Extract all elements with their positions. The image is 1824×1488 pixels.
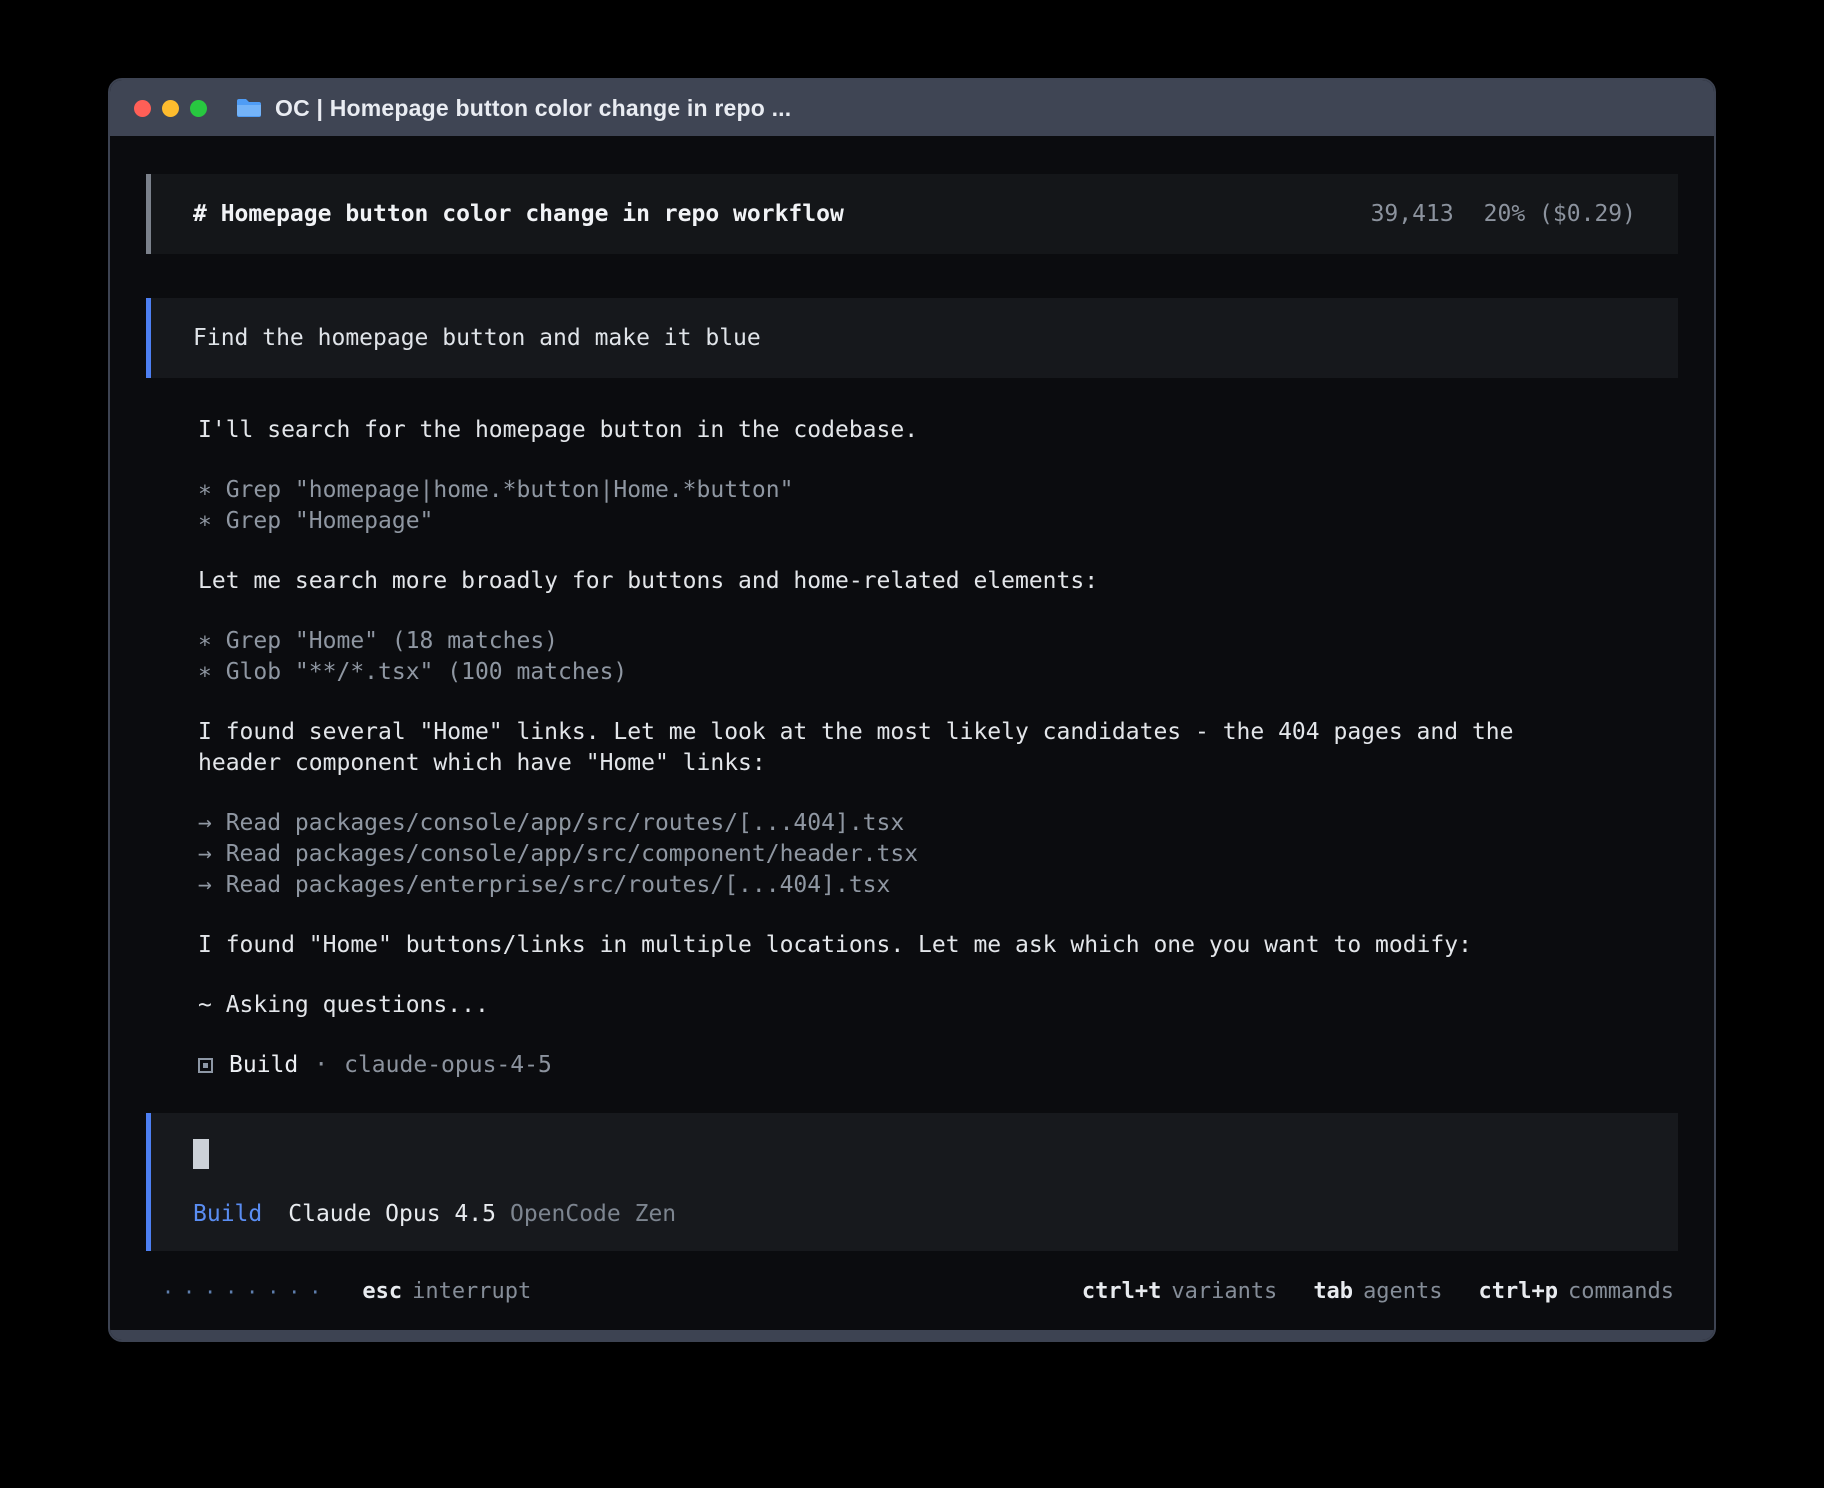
status-bar: ········ esc interrupt ctrl+t variants t…	[110, 1261, 1714, 1330]
esc-key: esc	[362, 1279, 402, 1304]
agents-hint: tab agents	[1313, 1279, 1442, 1304]
tool-call-group: ∗ Grep "Home" (18 matches) ∗ Glob "**/*.…	[198, 626, 1584, 688]
context-usage: 20% ($0.29)	[1484, 201, 1636, 227]
assistant-text: Let me search more broadly for buttons a…	[198, 566, 1584, 597]
terminal-content: # Homepage button color change in repo w…	[110, 136, 1714, 1330]
token-count: 39,413	[1371, 201, 1454, 227]
assistant-text: I found several "Home" links. Let me loo…	[198, 717, 1584, 779]
session-title: # Homepage button color change in repo w…	[193, 201, 844, 227]
ctrl-t-key: ctrl+t	[1082, 1279, 1161, 1304]
file-read-line: → Read packages/console/app/src/routes/[…	[198, 808, 1584, 839]
user-message: Find the homepage button and make it blu…	[146, 298, 1678, 378]
tool-call-line: ∗ Grep "homepage|home.*button|Home.*butt…	[198, 475, 1584, 506]
zoom-button[interactable]	[190, 100, 207, 117]
tool-call-line: ∗ Grep "Home" (18 matches)	[198, 626, 1584, 657]
agent-status-row: Build · claude-opus-4-5	[198, 1050, 1584, 1081]
commands-label: commands	[1568, 1279, 1674, 1304]
file-read-line: → Read packages/console/app/src/componen…	[198, 839, 1584, 870]
assistant-text: I found "Home" buttons/links in multiple…	[198, 930, 1584, 961]
tab-key: tab	[1313, 1279, 1353, 1304]
assistant-status-text: ~ Asking questions...	[198, 990, 1584, 1021]
tool-call-line: ∗ Grep "Homepage"	[198, 506, 1584, 537]
agent-status-icon	[198, 1058, 213, 1073]
user-message-text: Find the homepage button and make it blu…	[193, 325, 761, 351]
text-cursor	[193, 1139, 209, 1169]
traffic-lights	[134, 100, 207, 117]
agent-mode-badge[interactable]: Build	[193, 1201, 262, 1227]
agent-separator: ·	[314, 1050, 328, 1081]
model-name[interactable]: Claude Opus 4.5	[288, 1201, 496, 1227]
file-read-group: → Read packages/console/app/src/routes/[…	[198, 808, 1584, 901]
file-read-line: → Read packages/enterprise/src/routes/[.…	[198, 870, 1584, 901]
agents-label: agents	[1363, 1279, 1442, 1304]
agent-model: claude-opus-4-5	[344, 1050, 552, 1081]
session-stats: 39,413 20% ($0.29)	[1371, 201, 1636, 227]
commands-hint: ctrl+p commands	[1479, 1279, 1674, 1304]
window-title: OC | Homepage button color change in rep…	[275, 95, 791, 122]
spinner-dots: ········	[162, 1280, 330, 1304]
interrupt-hint: esc interrupt	[362, 1279, 531, 1304]
tool-call-line: ∗ Glob "**/*.tsx" (100 matches)	[198, 657, 1584, 688]
ctrl-p-key: ctrl+p	[1479, 1279, 1558, 1304]
transcript: I'll search for the homepage button in t…	[110, 378, 1714, 1081]
variants-label: variants	[1171, 1279, 1277, 1304]
esc-label: interrupt	[412, 1279, 531, 1304]
minimize-button[interactable]	[162, 100, 179, 117]
provider-name: OpenCode Zen	[510, 1201, 676, 1227]
titlebar[interactable]: OC | Homepage button color change in rep…	[110, 80, 1714, 136]
terminal-window: OC | Homepage button color change in rep…	[108, 78, 1716, 1342]
variants-hint: ctrl+t variants	[1082, 1279, 1277, 1304]
folder-icon	[235, 97, 263, 119]
input-footer: Build Claude Opus 4.5 OpenCode Zen	[193, 1201, 1636, 1227]
assistant-text: I'll search for the homepage button in t…	[198, 415, 1584, 446]
session-header: # Homepage button color change in repo w…	[146, 174, 1678, 254]
window-bottom-edge	[110, 1330, 1714, 1340]
tool-call-group: ∗ Grep "homepage|home.*button|Home.*butt…	[198, 475, 1584, 537]
prompt-input[interactable]: Build Claude Opus 4.5 OpenCode Zen	[146, 1113, 1678, 1251]
agent-name: Build	[229, 1050, 298, 1081]
close-button[interactable]	[134, 100, 151, 117]
